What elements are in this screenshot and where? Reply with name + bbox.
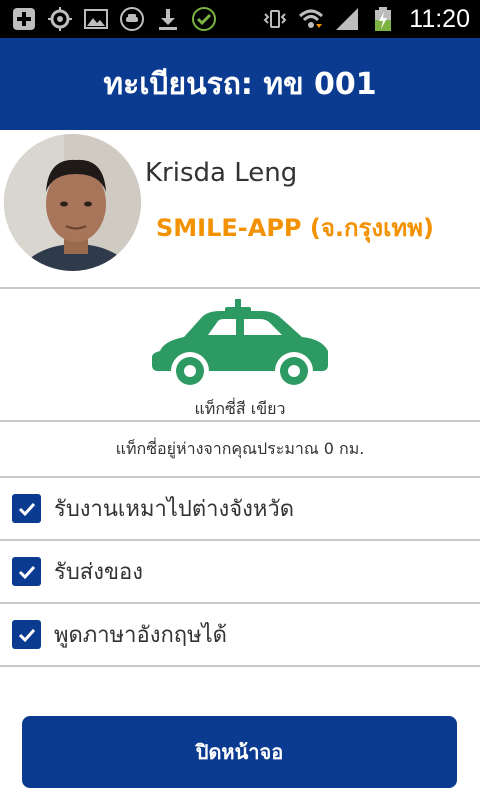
divider: [0, 665, 480, 667]
check-icon: [18, 565, 35, 579]
page-title: ทะเบียนรถ: ทข 001: [103, 66, 377, 102]
car-color-label: แท็กซี่สี เขียว: [194, 399, 286, 418]
option-outstation[interactable]: รับงานเหมาไปต่างจังหวัด: [0, 478, 480, 539]
status-time: 11:20: [409, 4, 470, 33]
notification-icons: [10, 5, 218, 33]
app-bar: ทะเบียนรถ: ทข 001: [0, 38, 480, 130]
option-english[interactable]: พูดภาษาอังกฤษได้: [0, 604, 480, 665]
wifi-icon: [297, 5, 325, 33]
option-label: รับงานเหมาไปต่างจังหวัด: [54, 497, 294, 522]
taxi-car-icon: [152, 299, 328, 390]
download-icon: [154, 5, 182, 33]
driver-name: Krisda Leng: [145, 158, 298, 188]
signal-icon: [333, 5, 361, 33]
distance-text: แท็กซี่อยู่ห่างจากคุณประมาณ 0 กม.: [115, 439, 365, 458]
checkbox-checked[interactable]: [12, 557, 41, 586]
option-label: รับส่งของ: [54, 560, 143, 585]
gps-target-icon: [46, 5, 74, 33]
driver-profile: Krisda Leng SMILE-APP (จ.กรุงเทพ): [0, 130, 480, 287]
vibrate-icon: [261, 5, 289, 33]
option-label: พูดภาษาอังกฤษได้: [54, 623, 227, 648]
image-icon: [82, 5, 110, 33]
company-name: SMILE-APP (จ.กรุงเทพ): [156, 214, 434, 242]
check-circle-icon: [190, 5, 218, 33]
check-icon: [18, 502, 35, 516]
check-icon: [18, 628, 35, 642]
taxi-app-icon: [118, 5, 146, 33]
add-box-icon: [10, 5, 38, 33]
system-icons: 11:20: [261, 5, 470, 33]
close-screen-button[interactable]: ปิดหน้าจอ: [22, 716, 457, 788]
car-section: แท็กซี่สี เขียว: [0, 289, 480, 420]
battery-charging-icon: [369, 5, 397, 33]
checkbox-checked[interactable]: [12, 620, 41, 649]
option-delivery[interactable]: รับส่งของ: [0, 541, 480, 602]
status-bar: 11:20: [0, 0, 480, 38]
avatar: [4, 134, 141, 271]
checkbox-checked[interactable]: [12, 494, 41, 523]
